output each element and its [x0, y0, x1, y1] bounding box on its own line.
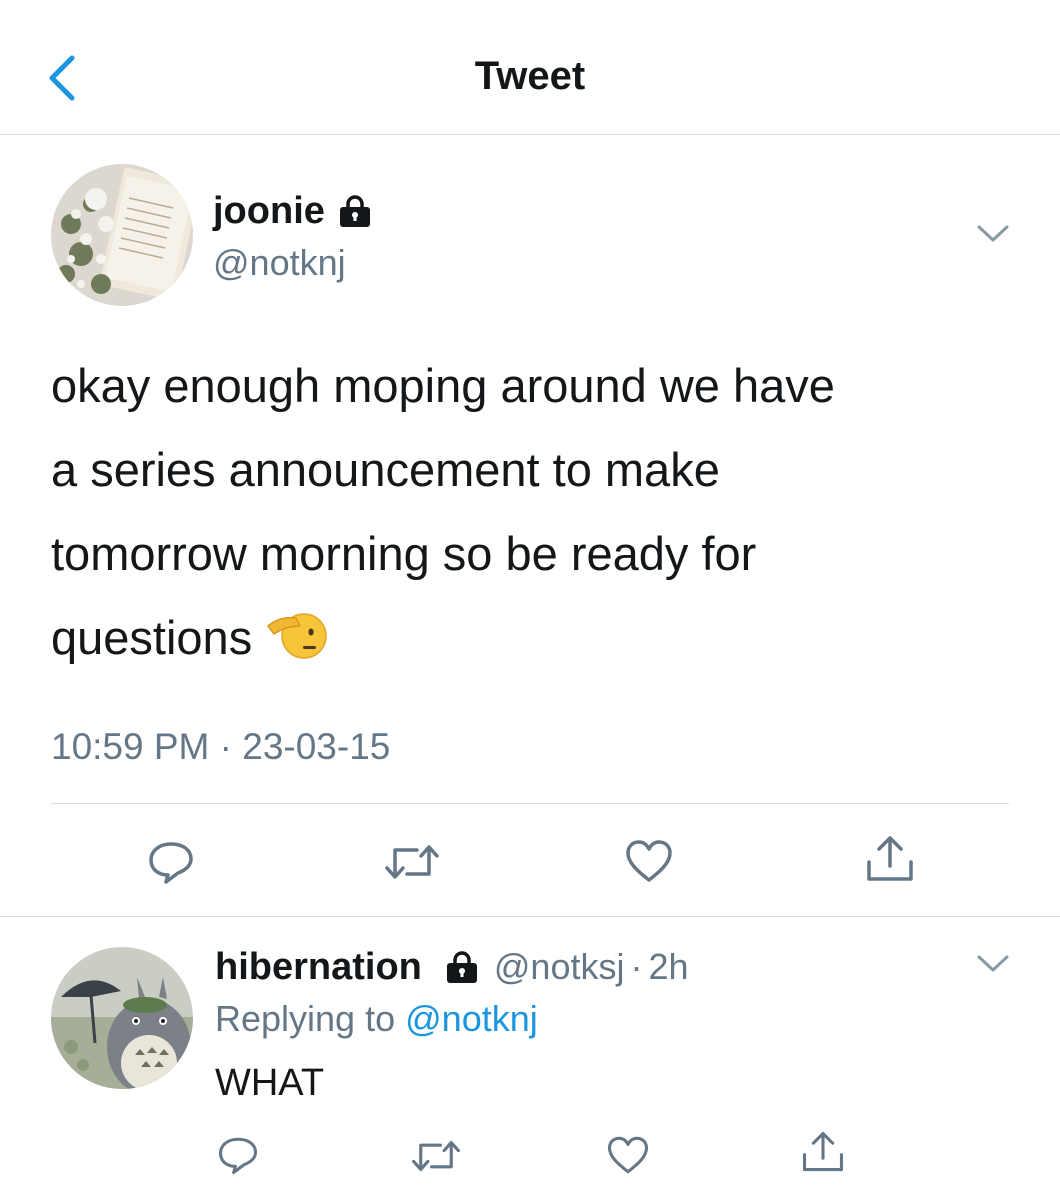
avatar[interactable]: [51, 947, 193, 1089]
saluting-face-emoji: [267, 613, 327, 659]
tweet-text-line: questions: [51, 596, 1011, 680]
tweet-text: okay enough moping around we have a seri…: [51, 344, 1011, 680]
mention-link[interactable]: @notknj: [405, 998, 538, 1039]
share-icon[interactable]: [864, 834, 916, 884]
author-row: joonie: [213, 188, 373, 234]
tweet-text-line: okay enough moping around we have: [51, 359, 835, 412]
reply-icon[interactable]: [216, 1134, 260, 1176]
page-title: Tweet: [474, 54, 586, 98]
retweet-icon[interactable]: [383, 840, 441, 884]
share-icon[interactable]: [800, 1130, 846, 1174]
like-icon[interactable]: [624, 838, 674, 884]
tweet-timestamp[interactable]: 10:59 PM · 23-03-15: [51, 726, 390, 768]
tweet-text-line: tomorrow morning so be ready for: [51, 527, 757, 580]
like-icon[interactable]: [606, 1134, 650, 1176]
reply-text: WHAT: [215, 1062, 325, 1104]
reply-time[interactable]: 2h: [648, 946, 688, 988]
tweet-text-last: questions: [51, 611, 253, 664]
author-name[interactable]: joonie: [213, 190, 325, 233]
divider: [51, 803, 1009, 804]
reply-author-name[interactable]: hibernation: [215, 946, 422, 989]
chevron-down-icon[interactable]: [975, 952, 1011, 976]
author-handle[interactable]: @notknj: [213, 242, 346, 284]
separator-dot: ·: [630, 946, 643, 987]
avatar[interactable]: [51, 164, 193, 306]
lock-icon: [339, 195, 370, 227]
divider: [0, 916, 1060, 917]
replying-to: Replying to @notknj: [215, 998, 538, 1040]
reply-author-handle[interactable]: @notksj: [494, 946, 625, 988]
nav-header: Tweet: [0, 0, 1060, 135]
chevron-down-icon[interactable]: [975, 222, 1011, 246]
replying-prefix: Replying to: [215, 998, 396, 1039]
reply-author-row: hibernation @notksj · 2h: [215, 943, 689, 991]
retweet-icon[interactable]: [410, 1136, 462, 1176]
tweet-text-line: a series announcement to make: [51, 443, 720, 496]
lock-icon: [446, 951, 477, 983]
reply-icon[interactable]: [146, 838, 196, 886]
